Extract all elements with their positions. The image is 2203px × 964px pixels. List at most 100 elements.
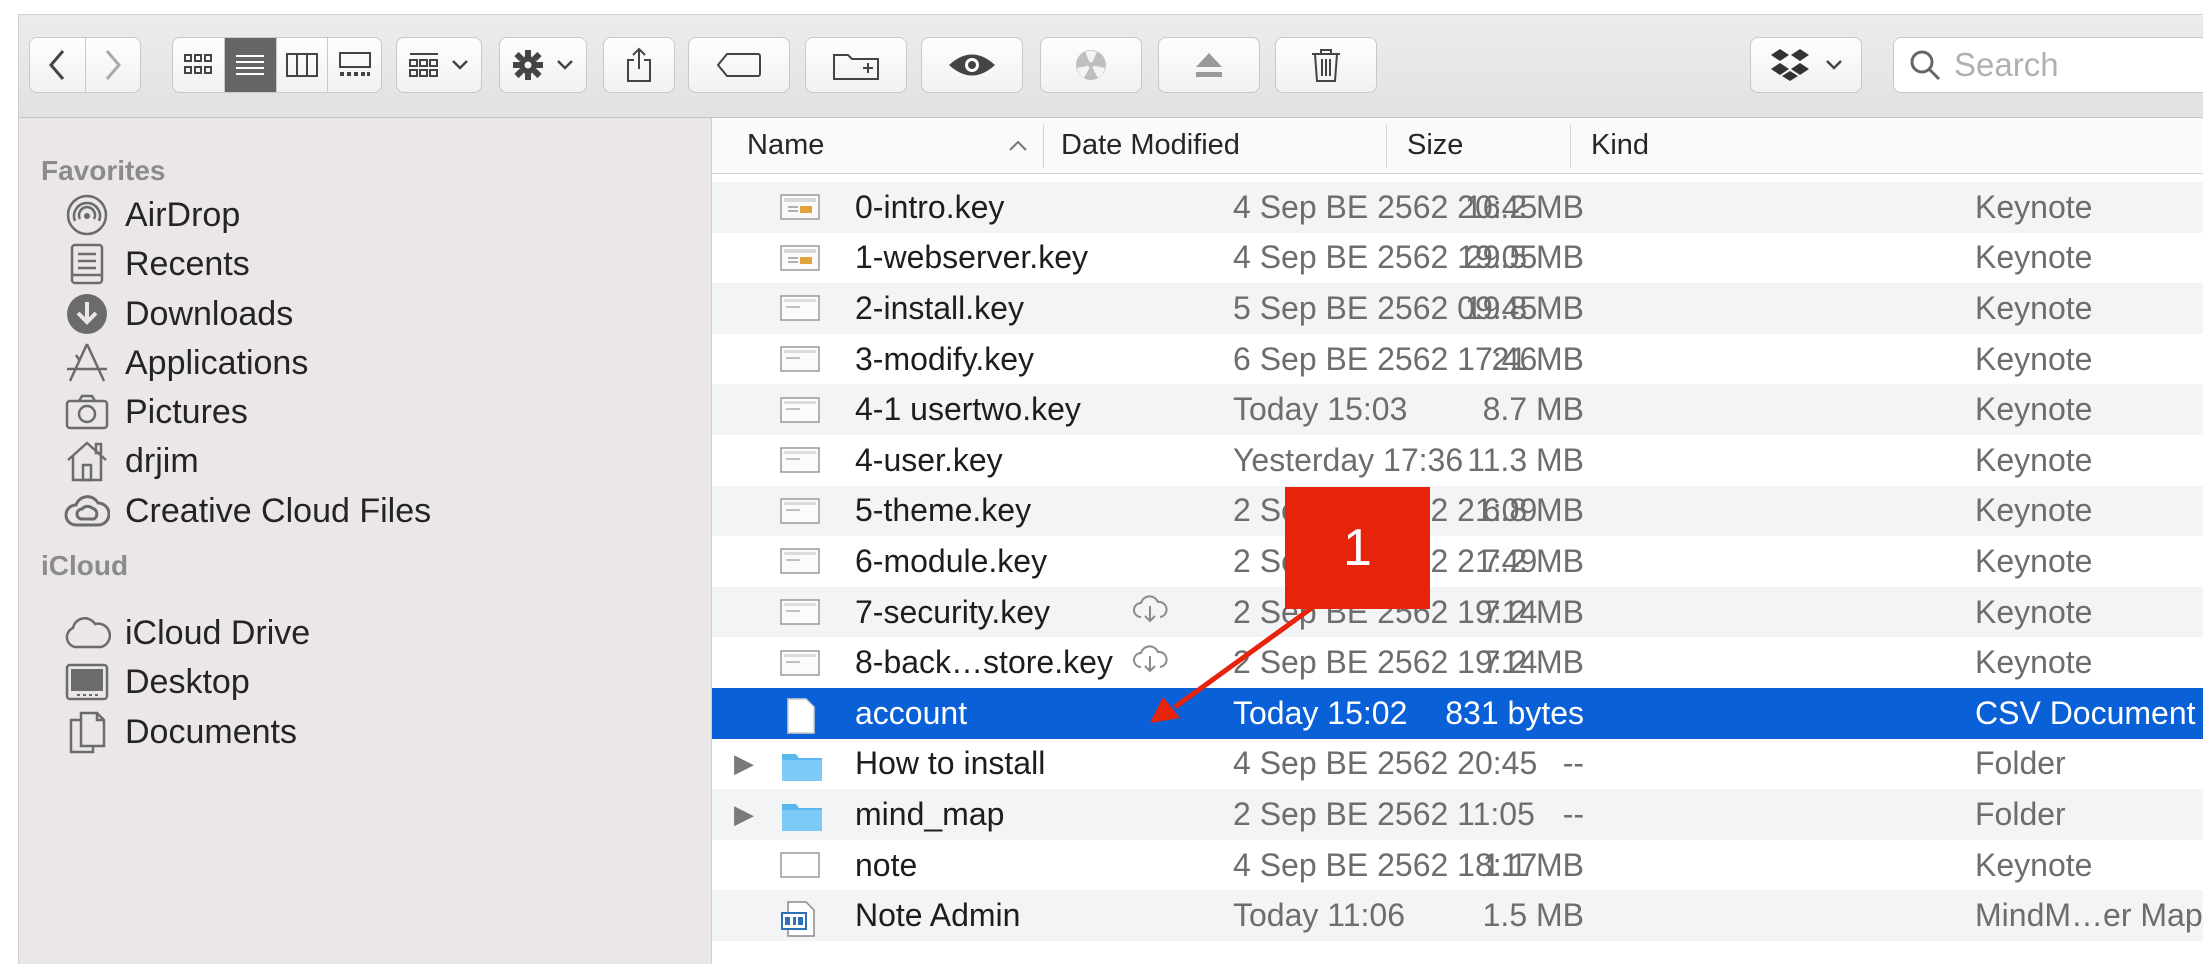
sidebar-item-documents[interactable]: Documents: [61, 702, 297, 762]
table-row[interactable]: 1-webserver.key 4 Sep BE 2562 19:05 29.5 M…: [712, 233, 2203, 284]
search-field[interactable]: Search: [1893, 37, 2203, 93]
chevron-down-icon: [1826, 60, 1842, 70]
trash-button[interactable]: [1275, 37, 1377, 93]
burn-button[interactable]: [1040, 37, 1142, 93]
file-name: 4-1 usertwo.key: [855, 391, 1081, 428]
eject-button[interactable]: [1158, 37, 1260, 93]
table-row[interactable]: ▶ mind_map 2 Sep BE 2562 11:05 -- Folder: [712, 789, 2203, 840]
table-row[interactable]: 3-modify.key 6 Sep BE 2562 17:46 21 MB Keyn…: [712, 334, 2203, 385]
file-kind: Keynote: [1975, 340, 2093, 377]
column-separator[interactable]: [1386, 124, 1387, 168]
table-row[interactable]: 8-back…store.key 2 Sep BE 2562 19:14 7.2 M…: [712, 637, 2203, 688]
chevron-right-icon: [105, 50, 121, 80]
folder-icon: [780, 799, 822, 832]
keynote-file-icon: [780, 395, 820, 425]
file-name: 6-module.key: [855, 542, 1048, 579]
file-kind: Folder: [1975, 745, 2066, 782]
documents-icon: [61, 706, 113, 758]
keynote-file-icon: [780, 293, 820, 323]
date-modified: 2 Sep BE 2562 11:05: [1233, 795, 1535, 832]
cloud-download-icon[interactable]: [1132, 644, 1168, 681]
file-kind: Keynote: [1975, 644, 2093, 681]
view-mode-control: [172, 37, 382, 93]
quick-look-button[interactable]: [921, 37, 1023, 93]
date-modified: Today 11:06: [1233, 897, 1405, 934]
disclosure-triangle-icon[interactable]: ▶: [734, 799, 758, 830]
chevron-down-icon: [557, 60, 573, 70]
list-view-button[interactable]: [224, 38, 277, 92]
file-size: --: [1562, 745, 1584, 782]
sidebar-item-label: Creative Cloud Files: [125, 491, 432, 530]
file-name: 7-security.key: [855, 593, 1051, 630]
group-grid-icon: [409, 53, 438, 77]
keynote-file-icon: [780, 344, 820, 374]
table-row[interactable]: 2-install.key 5 Sep BE 2562 09:45 19.8 MB K…: [712, 283, 2203, 334]
file-kind: Keynote: [1975, 593, 2093, 630]
column-name[interactable]: Name: [747, 118, 1027, 173]
table-row[interactable]: 5-theme.key2 Sep BE 2562 21:096.8 MBKeyn…: [712, 485, 2203, 537]
sidebar-item-label: Desktop: [125, 662, 250, 701]
file-kind: Keynote: [1975, 492, 2093, 529]
table-row[interactable]: 4-1 usertwo.key Today 15:03 8.7 MB Keynote: [712, 384, 2203, 435]
file-size: 7.2 MB: [1482, 593, 1584, 630]
file-size: 11.3 MB: [1467, 441, 1584, 478]
finder-window: Search Favorites AirDrop Recents Downloa…: [18, 14, 2203, 964]
cloud-download-icon[interactable]: [1132, 594, 1168, 631]
file-size: 29.5 MB: [1464, 239, 1584, 276]
group-by-button[interactable]: [396, 37, 482, 93]
disclosure-triangle-icon[interactable]: ▶: [734, 748, 758, 779]
icon-grid-icon: [184, 54, 213, 74]
table-row[interactable]: ▶ How to install 4 Sep BE 2562 20:45 -- Fold…: [712, 739, 2203, 790]
file-size: 7.2 MB: [1482, 644, 1584, 681]
file-kind: Keynote: [1975, 542, 2093, 579]
file-size: 1.1 MB: [1482, 846, 1584, 883]
file-name: 5-theme.key: [855, 492, 1032, 529]
column-separator[interactable]: [1043, 124, 1044, 168]
column-date-modified[interactable]: Date Modified: [1061, 118, 1361, 173]
list-icon: [236, 55, 265, 75]
new-folder-button[interactable]: [805, 37, 907, 93]
forward-button[interactable]: [85, 38, 140, 92]
column-separator[interactable]: [1570, 124, 1571, 168]
table-row[interactable]: 6-module.key2 Sep BE 2562 21:497.2 MBKey…: [712, 536, 2203, 587]
table-row[interactable]: 4-user.key Yesterday 17:36 11.3 MB Keynote: [712, 435, 2203, 486]
table-row[interactable]: Note Admin Today 11:06 1.5 MB MindM…er Map: [712, 890, 2203, 941]
file-name: note: [855, 846, 918, 883]
burn-icon: [1076, 50, 1106, 80]
table-row[interactable]: 0-intro.key 4 Sep BE 2562 20:45 16.2 MB Key…: [712, 182, 2203, 233]
tags-button[interactable]: [688, 37, 790, 93]
back-button[interactable]: [30, 38, 86, 92]
column-view-button[interactable]: [276, 38, 329, 92]
action-menu-button[interactable]: [499, 37, 587, 93]
gallery-view-button[interactable]: [328, 38, 381, 92]
annotation-label: 1: [1285, 487, 1430, 609]
sidebar-item-creative-cloud[interactable]: Creative Cloud Files: [61, 481, 431, 541]
file-name: account: [855, 694, 968, 731]
chevron-down-icon: [452, 60, 468, 70]
keynote-file-icon: [780, 648, 820, 678]
table-row[interactable]: account Today 15:02 831 bytes CSV Document: [712, 687, 2203, 739]
column-size[interactable]: Size: [1407, 118, 1567, 173]
trash-icon: [1312, 49, 1340, 82]
toolbar: Search: [19, 15, 2203, 118]
file-name: 8-back…store.key: [855, 644, 1113, 681]
table-row[interactable]: note 4 Sep BE 2562 18:17 1.1 MB Keynote: [712, 840, 2203, 891]
share-button[interactable]: [603, 37, 675, 93]
keynote-file-icon: [780, 243, 820, 273]
file-size: 19.8 MB: [1464, 289, 1584, 326]
file-kind: Keynote: [1975, 239, 2093, 276]
chevron-left-icon: [49, 50, 65, 80]
table-row[interactable]: 7-security.key 2 Sep BE 2562 19:14 7.2 MB K…: [712, 586, 2203, 638]
column-kind[interactable]: Kind: [1591, 118, 1891, 173]
icon-view-button[interactable]: [173, 38, 225, 92]
file-size: 8.7 MB: [1482, 391, 1584, 428]
keynote-file-icon: [780, 850, 820, 880]
dropbox-button[interactable]: [1750, 37, 1862, 93]
file-size: 831 bytes: [1445, 694, 1584, 731]
file-kind: CSV Document: [1975, 694, 2196, 731]
file-kind: Folder: [1975, 795, 2066, 832]
file-kind: Keynote: [1975, 441, 2093, 478]
recents-icon: [61, 238, 113, 290]
file-name: 1-webserver.key: [855, 239, 1088, 276]
file-size: --: [1562, 795, 1584, 832]
